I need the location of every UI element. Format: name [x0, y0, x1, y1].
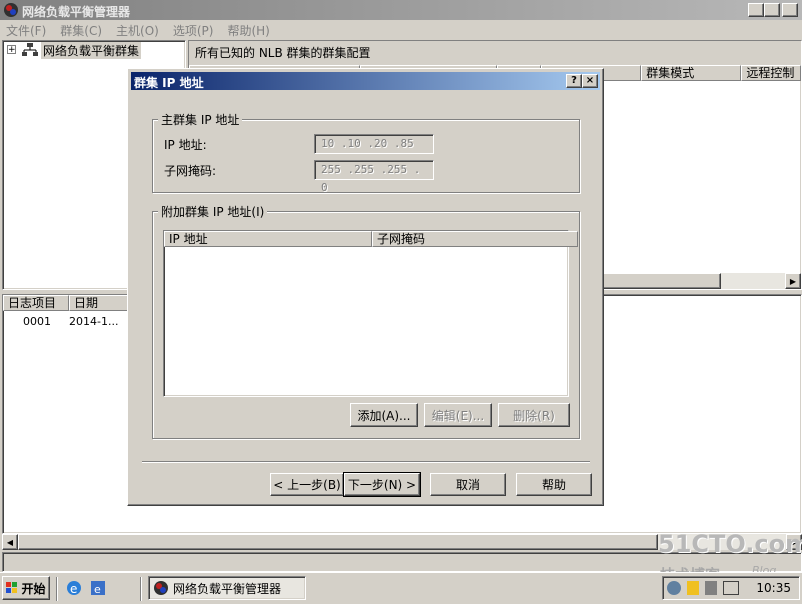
- ip-address-value: 10 .10 .20 .85: [321, 137, 414, 150]
- tree-expander[interactable]: +: [7, 45, 16, 55]
- additional-ip-list[interactable]: IP 地址 子网掩码: [163, 230, 578, 397]
- log-row-id: 0001: [23, 315, 51, 328]
- subnet-mask-field[interactable]: 255 .255 .255 . 0: [314, 160, 434, 194]
- explorer-icon[interactable]: e: [90, 580, 106, 596]
- app-icon: [3, 2, 19, 18]
- cluster-ip-dialog: 群集 IP 地址 ? × 主群集 IP 地址 IP 地址: 10 .10 .20…: [127, 68, 604, 506]
- svg-text:e: e: [94, 583, 101, 596]
- col-header-cluster-mode[interactable]: 群集模式: [641, 65, 742, 81]
- primary-ip-group-title: 主群集 IP 地址: [158, 111, 243, 128]
- additional-col-mask[interactable]: 子网掩码: [372, 231, 578, 247]
- right-pane-title: 所有已知的 NLB 群集的群集配置: [195, 46, 371, 60]
- cluster-icon: [22, 43, 38, 60]
- ip-label: IP 地址:: [164, 138, 207, 152]
- ie-icon[interactable]: e: [66, 580, 82, 596]
- close-button[interactable]: ×: [782, 3, 798, 17]
- start-button[interactable]: 开始: [2, 576, 50, 600]
- additional-col-ip[interactable]: IP 地址: [164, 231, 372, 247]
- menu-cluster[interactable]: 群集(C): [60, 22, 102, 39]
- start-label: 开始: [21, 581, 46, 596]
- menu-help[interactable]: 帮助(H): [227, 22, 269, 39]
- menu-bar: 文件(F) 群集(C) 主机(O) 选项(P) 帮助(H): [0, 20, 802, 40]
- menu-options[interactable]: 选项(P): [173, 22, 214, 39]
- watermark-line1: 51CTO.com: [658, 530, 802, 558]
- taskbar: 开始 e e 网络负载平衡管理器 10:35: [0, 572, 802, 604]
- additional-ip-columns: IP 地址 子网掩码: [164, 231, 578, 247]
- tray-volume-icon[interactable]: [705, 581, 717, 595]
- window-title: 网络负载平衡管理器: [22, 5, 131, 19]
- minimize-button[interactable]: _: [748, 3, 764, 17]
- edit-button[interactable]: 编辑(E)...: [424, 403, 492, 427]
- mask-label: 子网掩码:: [164, 164, 217, 178]
- taskbar-task-nlb[interactable]: 网络负载平衡管理器: [148, 576, 306, 600]
- add-button[interactable]: 添加(A)...: [350, 403, 418, 427]
- task-app-icon: [153, 580, 169, 596]
- tray-network-icon[interactable]: [667, 581, 681, 595]
- log-hscroll-left-arrow-icon[interactable]: ◀: [2, 534, 18, 550]
- menu-host[interactable]: 主机(O): [116, 22, 159, 39]
- ip-address-field[interactable]: 10 .10 .20 .85: [314, 134, 434, 154]
- back-button[interactable]: < 上一步(B): [270, 473, 344, 496]
- dialog-help-button[interactable]: ?: [566, 74, 582, 88]
- primary-ip-group: [152, 119, 580, 193]
- additional-ip-group-title: 附加群集 IP 地址(I): [158, 203, 268, 220]
- dialog-title: 群集 IP 地址: [134, 76, 204, 90]
- log-row-date: 2014-1...: [69, 315, 119, 328]
- log-hscroll-thumb[interactable]: [18, 534, 658, 550]
- menu-file[interactable]: 文件(F): [6, 22, 46, 39]
- windows-logo-icon: [6, 582, 18, 594]
- next-button[interactable]: 下一步(N) >: [343, 472, 421, 497]
- maximize-button[interactable]: □: [764, 3, 780, 17]
- tray-shield-icon[interactable]: [687, 581, 699, 595]
- log-row[interactable]: 0001 2014-1...: [3, 315, 118, 331]
- taskbar-separator: [140, 577, 142, 601]
- svg-text:e: e: [70, 582, 77, 596]
- dialog-title-bar: 群集 IP 地址 ? ×: [131, 72, 600, 90]
- cancel-button[interactable]: 取消: [430, 473, 506, 496]
- tray-display-icon[interactable]: [723, 581, 739, 595]
- log-col-item[interactable]: 日志项目: [3, 295, 69, 311]
- col-header-remote-control[interactable]: 远程控制: [741, 65, 801, 81]
- task-label: 网络负载平衡管理器: [173, 581, 282, 596]
- system-tray: 10:35: [662, 576, 800, 600]
- remove-button[interactable]: 删除(R): [498, 403, 570, 427]
- dialog-separator: [142, 461, 590, 463]
- tray-clock[interactable]: 10:35: [756, 581, 791, 595]
- dialog-close-button[interactable]: ×: [582, 74, 598, 88]
- main-title-bar: 网络负载平衡管理器 _ □ ×: [0, 0, 802, 20]
- hscroll-right-arrow-icon[interactable]: ▶: [785, 273, 801, 289]
- tree-root-label[interactable]: 网络负载平衡群集: [41, 42, 142, 59]
- quicklaunch-separator: [56, 577, 58, 601]
- help-button[interactable]: 帮助: [516, 473, 592, 496]
- right-pane-header: 所有已知的 NLB 群集的群集配置: [189, 41, 801, 65]
